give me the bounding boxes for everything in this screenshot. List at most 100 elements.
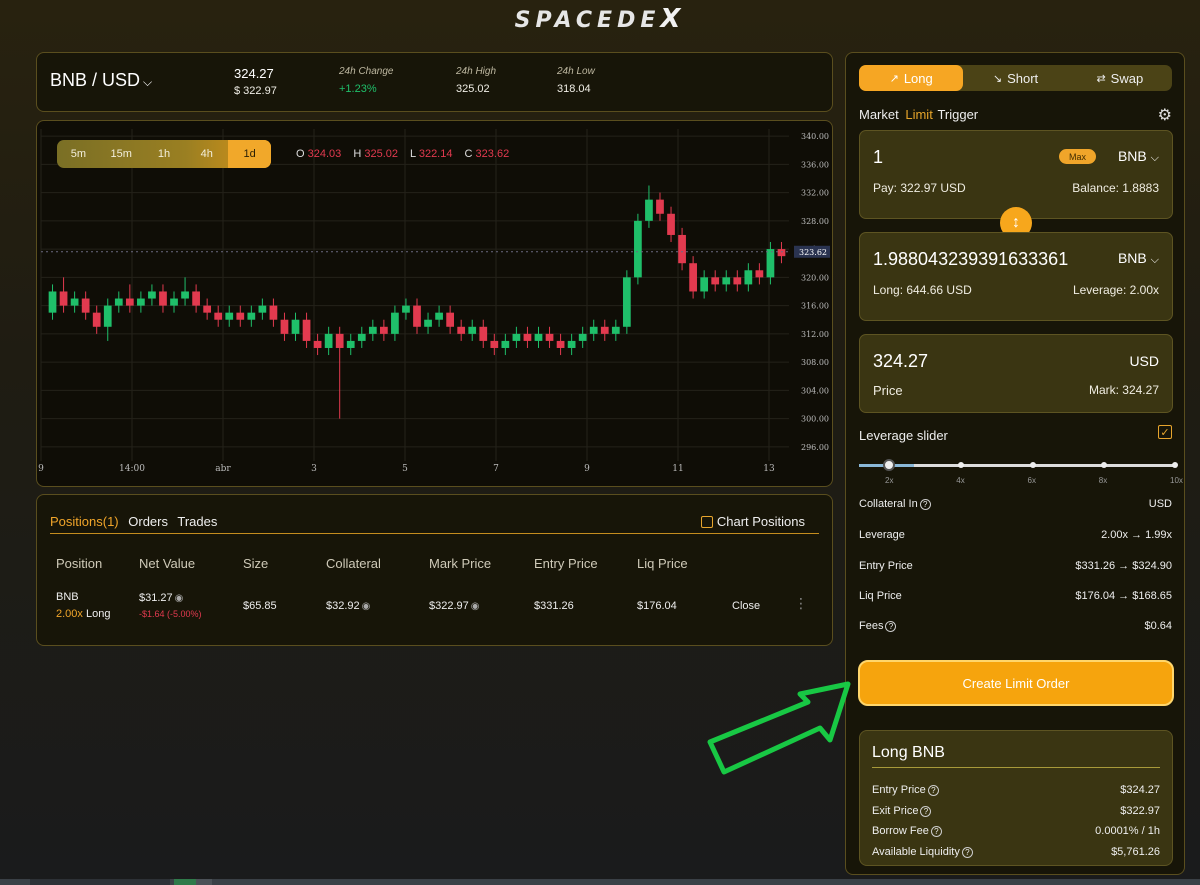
more-options-icon[interactable]: ⋮ [794, 595, 808, 612]
trend-up-icon: ↗ [889, 72, 899, 85]
long-token-selector[interactable]: BNB ⌵ [1118, 250, 1159, 267]
help-icon[interactable]: ? [961, 847, 973, 858]
tab-short[interactable]: ↘ Short [963, 65, 1067, 91]
col-collateral: Collateral [326, 556, 381, 571]
collateral-value: $32.92 [326, 600, 360, 612]
leverage-slider-label: Leverage slider [859, 428, 948, 443]
high-stat: 24h High 325.02 [456, 66, 496, 95]
tab-long[interactable]: ↗ Long [859, 65, 964, 91]
chart-positions-toggle[interactable]: Chart Positions [700, 514, 805, 529]
order-type-market[interactable]: Market [859, 107, 899, 122]
candle-body [556, 340, 565, 348]
slider-tick-dot[interactable] [1029, 462, 1036, 468]
col-net-value: Net Value [139, 556, 196, 571]
candle-body [357, 333, 366, 341]
order-type-limit[interactable]: Limit [905, 107, 932, 122]
ohlc-high: 325.02 [364, 148, 398, 160]
liq-price-value: $176.04 [637, 600, 677, 612]
max-button[interactable]: Max [1059, 149, 1096, 164]
eye-icon[interactable]: ◉ [175, 593, 184, 604]
market-header: BNB / USD ⌵ 324.27 $ 322.97 24h Change +1… [36, 52, 833, 112]
slider-tick-dot[interactable] [958, 462, 965, 468]
summary-value: $322.97 [1120, 805, 1160, 817]
timeframe-1d[interactable]: 1d [228, 140, 271, 168]
timeframe-4h[interactable]: 4h [185, 140, 228, 168]
tab-swap[interactable]: ⇄ Swap [1068, 65, 1172, 91]
candle-body [512, 333, 521, 341]
detail-value: USD [1148, 498, 1172, 510]
summary-value: $324.27 [1120, 784, 1160, 796]
candle-body [92, 312, 101, 327]
bottom-scrollbar [0, 879, 1200, 885]
candle-body [435, 312, 443, 320]
last-price: 324.27 [234, 66, 274, 81]
help-icon[interactable]: ? [927, 785, 939, 796]
eye-icon[interactable]: ◉ [362, 601, 371, 612]
col-size: Size [243, 556, 269, 571]
gear-icon[interactable]: ⚙ [1158, 105, 1172, 125]
summary-value: $5,761.26 [1111, 846, 1160, 858]
slider-tick-label: 4x [956, 476, 965, 485]
tab-long-label: Long [903, 70, 933, 86]
y-tick-label: 308.00 [801, 358, 829, 367]
timeframe-5m[interactable]: 5m [57, 140, 100, 168]
long-amount-input[interactable]: 1.988043239391633361 [873, 249, 1068, 270]
close-button[interactable]: Close [732, 600, 760, 612]
candle-body [125, 298, 134, 306]
leverage-toggle-checkbox[interactable]: ✓ [1158, 425, 1172, 439]
candle-body [114, 298, 123, 306]
change-stat: 24h Change +1.23% [339, 66, 394, 95]
detail-label: Leverage [859, 529, 905, 541]
candle-body [656, 199, 664, 214]
eye-icon[interactable]: ◉ [471, 601, 480, 612]
timeframe-1h[interactable]: 1h [143, 140, 186, 168]
candle-body [534, 333, 543, 341]
help-icon[interactable]: ? [885, 621, 897, 632]
help-icon[interactable]: ? [930, 826, 942, 837]
candle-body [258, 305, 267, 313]
timeframe-15m[interactable]: 15m [100, 140, 143, 168]
slider-tick-dot[interactable] [1100, 462, 1107, 468]
summary-label: Available Liquidity? [872, 846, 973, 858]
tab-positions[interactable]: Positions(1) [50, 514, 119, 529]
price-box: 324.27 USD Price Mark: 324.27 [859, 334, 1173, 413]
slider-tick-dot[interactable] [1172, 462, 1178, 468]
order-type-trigger[interactable]: Trigger [937, 107, 978, 122]
scrollbar-thumb[interactable] [174, 879, 196, 885]
help-icon[interactable]: ? [920, 806, 932, 817]
tab-trades[interactable]: Trades [177, 514, 217, 529]
chevron-down-icon: ⌵ [1150, 254, 1159, 266]
x-tick-label: 7 [493, 464, 499, 474]
checkbox-icon[interactable] [700, 515, 713, 528]
candle-body [545, 333, 554, 341]
pay-token-selector[interactable]: BNB ⌵ [1118, 148, 1159, 165]
pay-amount-input[interactable]: 1 [873, 147, 883, 168]
mark-price-value: $322.97 [429, 600, 469, 612]
candle-body [380, 326, 388, 334]
trade-mode-tabs: ↗ Long ↘ Short ⇄ Swap [859, 65, 1172, 91]
candle-body [479, 326, 488, 341]
detail-value: $176.04 → $168.65 [1075, 590, 1172, 602]
low-stat: 24h Low 318.04 [557, 66, 595, 95]
candle-body [523, 333, 532, 341]
limit-price-input[interactable]: 324.27 [873, 351, 928, 372]
leverage-slider-handle[interactable] [883, 459, 895, 471]
pair-selector[interactable]: BNB / USD ⌵ [50, 70, 152, 91]
position-leverage-side: 2.00x Long [56, 608, 110, 620]
create-limit-order-button[interactable]: Create Limit Order [858, 660, 1174, 706]
help-icon[interactable]: ? [919, 499, 931, 510]
candle-body [368, 326, 377, 334]
x-tick-label: 9 [584, 464, 590, 474]
tab-orders[interactable]: Orders [128, 514, 168, 529]
x-tick-label: 13 [763, 464, 775, 474]
net-value: $31.27 [139, 592, 173, 604]
y-tick-label: 300.00 [801, 415, 829, 424]
x-tick-label: 5 [402, 464, 408, 474]
price-currency: USD [1129, 353, 1159, 369]
detail-label: Fees? [859, 620, 897, 632]
candle-body [567, 340, 576, 348]
change-value: +1.23% [339, 83, 377, 95]
candle-body [667, 213, 675, 235]
price-chart[interactable]: 9 14:00 abr 3 5 7 9 11 13 340.00 336.00 332.00 328.0… [36, 120, 833, 487]
candlestick-chart[interactable]: 9 14:00 abr 3 5 7 9 11 13 340.00 336.00 332.00 328.0… [37, 121, 833, 487]
